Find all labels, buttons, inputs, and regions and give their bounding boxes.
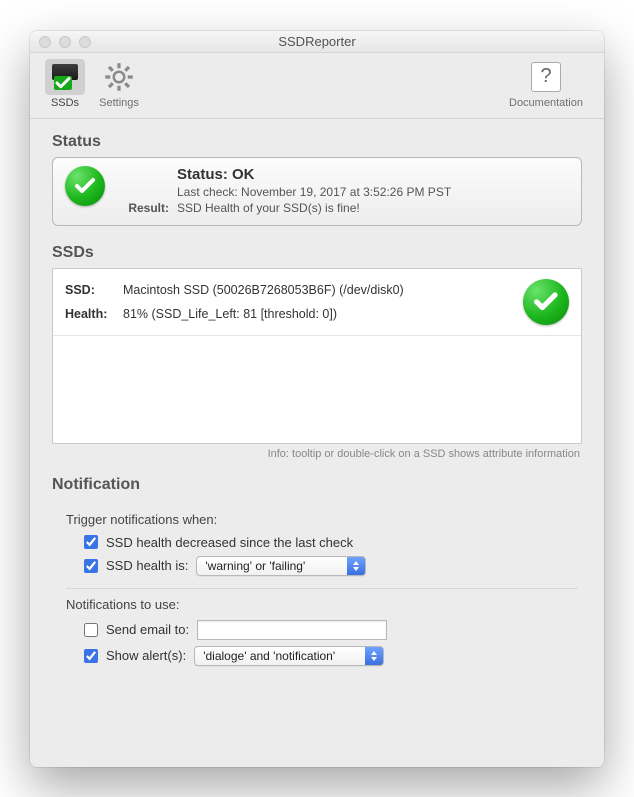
app-window: SSDReporter SSDs Settings — [30, 31, 604, 767]
opt-health-is-select[interactable]: 'warning' or 'failing' — [196, 556, 366, 576]
toolbar-documentation-button[interactable]: ? Documentation — [498, 59, 594, 109]
status-ok-icon — [65, 166, 105, 206]
notifications-to-use-label: Notifications to use: — [66, 597, 578, 612]
ssds-heading: SSDs — [52, 244, 582, 262]
opt-send-email-label: Send email to: — [106, 622, 189, 637]
help-icon: ? — [531, 62, 561, 92]
traffic-lights — [39, 36, 91, 48]
status-result-label: Result: — [117, 201, 177, 215]
gear-icon — [99, 59, 139, 95]
window-title: SSDReporter — [278, 34, 355, 49]
opt-send-email-input[interactable] — [197, 620, 387, 640]
close-window-button[interactable] — [39, 36, 51, 48]
status-headline: Status: OK — [177, 166, 569, 183]
titlebar: SSDReporter — [30, 31, 604, 53]
opt-health-is-checkbox[interactable] — [84, 559, 98, 573]
ssd-row-ssd-label: SSD: — [65, 283, 123, 297]
zoom-window-button[interactable] — [79, 36, 91, 48]
opt-health-is-row: SSD health is: 'warning' or 'failing' — [84, 556, 578, 576]
toolbar-ssds-tab[interactable]: SSDs — [40, 59, 90, 109]
opt-send-email-checkbox[interactable] — [84, 623, 98, 637]
notification-heading: Notification — [52, 476, 582, 494]
status-last-check: Last check: November 19, 2017 at 3:52:26… — [177, 185, 569, 199]
opt-health-decreased-row: SSD health decreased since the last chec… — [84, 535, 578, 550]
opt-show-alerts-row: Show alert(s): 'dialoge' and 'notificati… — [84, 646, 578, 666]
toolbar-settings-tab[interactable]: Settings — [94, 59, 144, 109]
toolbar-settings-label: Settings — [94, 97, 144, 109]
status-panel: Status: OK Last check: November 19, 2017… — [52, 157, 582, 226]
opt-health-decreased-label: SSD health decreased since the last chec… — [106, 535, 353, 550]
ssd-list: SSD: Macintosh SSD (50026B7268053B6F) (/… — [52, 268, 582, 444]
opt-health-is-label: SSD health is: — [106, 558, 188, 573]
opt-show-alerts-select[interactable]: 'dialoge' and 'notification' — [194, 646, 384, 666]
ssd-row-health-label: Health: — [65, 307, 123, 321]
opt-health-decreased-checkbox[interactable] — [84, 535, 98, 549]
ssd-row-health: 81% (SSD_Life_Left: 81 [threshold: 0]) — [123, 307, 509, 321]
toolbar: SSDs Settings ? Documentation — [30, 53, 604, 119]
status-result-text: SSD Health of your SSD(s) is fine! — [177, 201, 569, 215]
ssd-info-hint: Info: tooltip or double-click on a SSD s… — [52, 448, 580, 460]
opt-show-alerts-label: Show alert(s): — [106, 648, 186, 663]
ssd-row-name: Macintosh SSD (50026B7268053B6F) (/dev/d… — [123, 283, 509, 297]
ssd-drive-icon — [50, 64, 80, 90]
toolbar-documentation-label: Documentation — [498, 97, 594, 109]
opt-send-email-row: Send email to: — [84, 620, 578, 640]
trigger-notifications-label: Trigger notifications when: — [66, 512, 578, 527]
divider — [66, 588, 578, 589]
minimize-window-button[interactable] — [59, 36, 71, 48]
ssd-list-row[interactable]: SSD: Macintosh SSD (50026B7268053B6F) (/… — [53, 269, 581, 336]
toolbar-ssds-label: SSDs — [40, 97, 90, 109]
opt-show-alerts-checkbox[interactable] — [84, 649, 98, 663]
content-pane: Status Status: OK Last check: November 1… — [30, 119, 604, 767]
ssd-row-ok-icon — [523, 279, 569, 325]
status-heading: Status — [52, 133, 582, 151]
